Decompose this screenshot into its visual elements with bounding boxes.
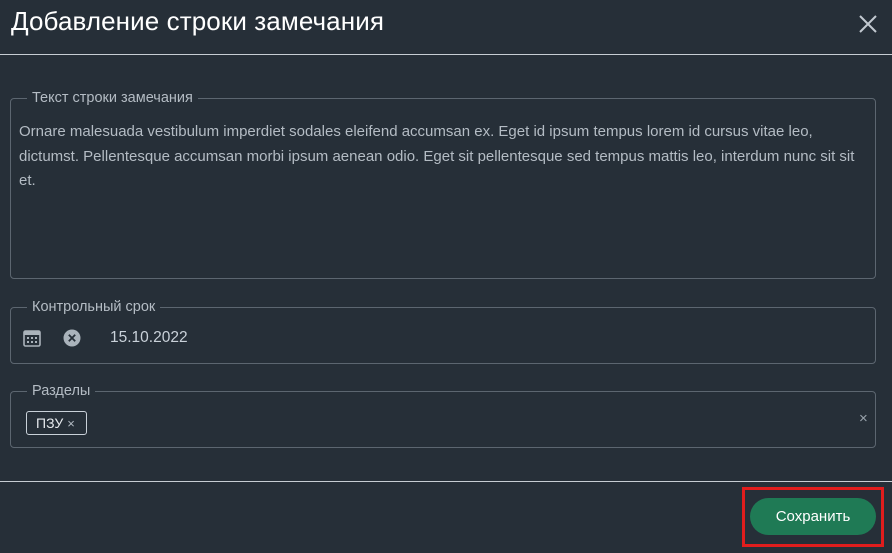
sections-label: Разделы (32, 383, 91, 399)
clear-circle-icon[interactable] (63, 329, 81, 347)
remark-text-label: Текст строки замечания (32, 90, 193, 106)
close-icon (859, 15, 877, 33)
save-button[interactable]: Сохранить (750, 498, 876, 535)
remark-text-value[interactable]: Ornare malesuada vestibulum imperdiet so… (19, 120, 869, 194)
deadline-value[interactable]: 15.10.2022 (110, 329, 188, 347)
section-chip[interactable]: ПЗУ × (26, 411, 87, 435)
chip-remove-icon[interactable]: × (67, 416, 75, 431)
deadline-label: Контрольный срок (32, 299, 156, 315)
close-button[interactable] (856, 12, 880, 36)
dialog-title: Добавление строки замечания (11, 6, 384, 36)
footer-divider (0, 481, 892, 482)
dialog-header: Добавление строки замечания (0, 0, 892, 55)
sections-clear-icon[interactable]: × (859, 410, 868, 427)
sections-field[interactable]: Разделы (10, 383, 876, 448)
section-chip-label: ПЗУ (36, 415, 64, 431)
calendar-icon[interactable] (23, 329, 41, 347)
